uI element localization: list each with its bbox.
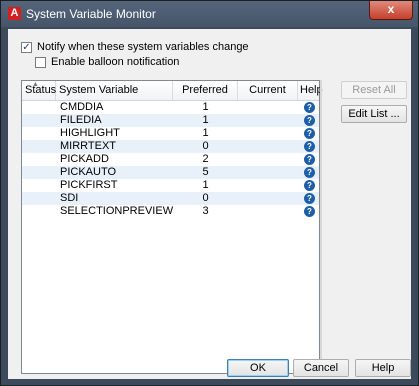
balloon-label: Enable balloon notification bbox=[51, 56, 180, 68]
sort-up-icon: ▲ bbox=[32, 81, 39, 88]
help-question-icon[interactable]: ? bbox=[304, 115, 315, 126]
help-question-icon[interactable]: ? bbox=[304, 193, 315, 204]
title-bar[interactable]: A System Variable Monitor x bbox=[1, 1, 418, 27]
row-current bbox=[238, 127, 298, 140]
help-question-icon[interactable]: ? bbox=[304, 206, 315, 217]
edit-list-button[interactable]: Edit List ... bbox=[341, 105, 407, 123]
autocad-logo-icon: A bbox=[8, 7, 21, 20]
table-row[interactable]: CMDDIA 1 ? bbox=[22, 101, 319, 114]
column-header-help[interactable]: Help bbox=[298, 81, 323, 100]
table-scrollbar[interactable] bbox=[320, 80, 322, 374]
ok-button[interactable]: OK bbox=[227, 359, 289, 377]
help-question-icon[interactable]: ? bbox=[304, 128, 315, 139]
help-question-icon[interactable]: ? bbox=[304, 102, 315, 113]
table-row[interactable]: HIGHLIGHT 1 ? bbox=[22, 127, 319, 140]
window-title: System Variable Monitor bbox=[26, 7, 156, 21]
row-variable: CMDDIA bbox=[60, 101, 104, 113]
help-question-icon[interactable]: ? bbox=[304, 154, 315, 165]
close-button[interactable]: x bbox=[369, 1, 413, 20]
row-current bbox=[238, 166, 298, 179]
table-row[interactable]: MIRRTEXT 0 ? bbox=[22, 140, 319, 153]
dialog-window: A System Variable Monitor x ✓ Notify whe… bbox=[0, 0, 419, 386]
table-row[interactable]: SELECTIONPREVIEW 3 ? bbox=[22, 205, 319, 218]
row-variable: PICKAUTO bbox=[60, 166, 117, 178]
notify-label: Notify when these system variables chang… bbox=[37, 41, 249, 53]
column-header-status[interactable]: ▲ Status bbox=[22, 81, 56, 100]
variables-table[interactable]: ▲ Status System Variable Preferred Curre… bbox=[21, 80, 323, 374]
help-question-icon[interactable]: ? bbox=[304, 167, 315, 178]
row-current bbox=[238, 114, 298, 127]
row-current bbox=[238, 205, 298, 218]
table-header: ▲ Status System Variable Preferred Curre… bbox=[22, 81, 323, 101]
row-current bbox=[238, 153, 298, 166]
help-button[interactable]: Help bbox=[355, 359, 411, 377]
row-preferred[interactable]: 0 bbox=[173, 192, 238, 205]
row-current bbox=[238, 101, 298, 114]
row-preferred[interactable]: 1 bbox=[173, 114, 238, 127]
table-row[interactable]: PICKADD 2 ? bbox=[22, 153, 319, 166]
balloon-checkbox[interactable] bbox=[35, 56, 46, 68]
row-current bbox=[238, 179, 298, 192]
row-variable: SDI bbox=[60, 192, 79, 204]
table-row[interactable]: FILEDIA 1 ? bbox=[22, 114, 319, 127]
row-preferred[interactable]: 3 bbox=[173, 205, 238, 218]
column-header-preferred[interactable]: Preferred bbox=[173, 81, 238, 100]
row-variable: PICKFIRST bbox=[60, 179, 118, 191]
row-current bbox=[238, 192, 298, 205]
row-preferred[interactable]: 0 bbox=[173, 140, 238, 153]
row-preferred[interactable]: 1 bbox=[173, 101, 238, 114]
row-variable: MIRRTEXT bbox=[60, 140, 117, 152]
reset-all-button[interactable]: Reset All bbox=[341, 81, 407, 99]
table-row[interactable]: PICKAUTO 5 ? bbox=[22, 166, 319, 179]
column-header-system-variable[interactable]: System Variable bbox=[56, 81, 173, 100]
row-variable: PICKADD bbox=[60, 153, 109, 165]
notify-checkbox[interactable]: ✓ bbox=[21, 41, 32, 53]
help-question-icon[interactable]: ? bbox=[304, 180, 315, 191]
table-row[interactable]: PICKFIRST 1 ? bbox=[22, 179, 319, 192]
row-preferred[interactable]: 1 bbox=[173, 179, 238, 192]
column-header-current[interactable]: Current bbox=[238, 81, 298, 100]
row-current bbox=[238, 140, 298, 153]
row-preferred[interactable]: 5 bbox=[173, 166, 238, 179]
row-preferred[interactable]: 1 bbox=[173, 127, 238, 140]
row-preferred[interactable]: 2 bbox=[173, 153, 238, 166]
notify-option[interactable]: ✓ Notify when these system variables cha… bbox=[21, 41, 249, 53]
table-row[interactable]: SDI 0 ? bbox=[22, 192, 319, 205]
row-variable: FILEDIA bbox=[60, 114, 102, 126]
row-variable: SELECTIONPREVIEW bbox=[60, 205, 174, 217]
help-question-icon[interactable]: ? bbox=[304, 141, 315, 152]
balloon-option[interactable]: Enable balloon notification bbox=[35, 56, 179, 68]
row-variable: HIGHLIGHT bbox=[60, 127, 120, 139]
cancel-button[interactable]: Cancel bbox=[293, 359, 349, 377]
